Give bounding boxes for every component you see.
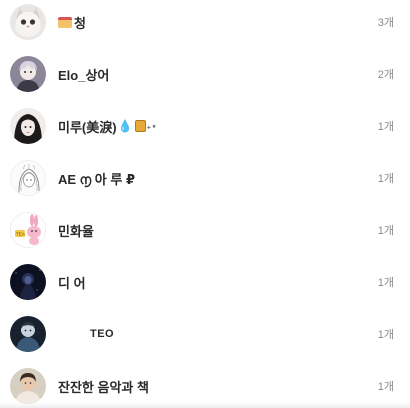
message-count: 1개 xyxy=(377,277,394,289)
message-count: 3개 xyxy=(377,17,394,29)
conversation-row[interactable]: Elo_상어 2개 xyxy=(0,48,410,100)
conversation-row[interactable]: 청 3개 xyxy=(0,0,410,48)
message-count: 1개 xyxy=(377,225,394,237)
conversation-row[interactable]: TEO 1개 xyxy=(0,308,410,360)
message-count: 1개 xyxy=(377,121,394,133)
conversation-row[interactable]: 디 어 1개 xyxy=(0,256,410,308)
conversation-row[interactable]: TEA 민화율 1개 xyxy=(0,204,410,256)
person-avatar-icon xyxy=(10,368,46,404)
droplet-icon: 💧 xyxy=(117,119,133,133)
conversation-row[interactable]: 잔잔한 음악과 책 1개 xyxy=(0,360,410,408)
sketch-avatar-icon xyxy=(10,160,46,196)
scroll-edge-shadow xyxy=(0,402,410,408)
night-figure-avatar-icon xyxy=(10,264,46,300)
message-count: 1개 xyxy=(377,329,394,341)
conversation-list: 청 3개 Elo_상어 2개 미루(美淚) 💧 ₊⋆ 1개 AE ൱ 아 루 ₽… xyxy=(0,0,410,408)
conversation-row[interactable]: AE ൱ 아 루 ₽ 1개 xyxy=(0,152,410,204)
conversation-name: 민화율 xyxy=(58,223,94,239)
conversation-name: Elo_상어 xyxy=(58,67,110,83)
svg-text:TEA: TEA xyxy=(16,232,25,237)
bunny-avatar-icon: TEA xyxy=(10,212,46,248)
cake-icon xyxy=(58,16,72,28)
dark-hair-avatar-icon xyxy=(10,108,46,144)
can-icon xyxy=(134,120,146,132)
conversation-name: TEO xyxy=(90,328,115,340)
anime-character-avatar-icon xyxy=(10,56,46,92)
conversation-name: 디 어 xyxy=(58,275,86,291)
sparkle-icon: ₊⋆ xyxy=(146,120,157,131)
cat-avatar-icon xyxy=(10,4,46,40)
blue-figure-avatar-icon xyxy=(10,316,46,352)
message-count: 1개 xyxy=(377,381,394,393)
conversation-name: 잔잔한 음악과 책 xyxy=(58,379,149,395)
message-count: 1개 xyxy=(377,173,394,185)
conversation-name: AE ൱ 아 루 ₽ xyxy=(58,171,135,187)
conversation-name: 미루(美淚) 💧 ₊⋆ xyxy=(58,119,157,135)
conversation-name: 청 xyxy=(58,13,86,32)
conversation-row[interactable]: 미루(美淚) 💧 ₊⋆ 1개 xyxy=(0,100,410,152)
message-count: 2개 xyxy=(377,69,394,81)
